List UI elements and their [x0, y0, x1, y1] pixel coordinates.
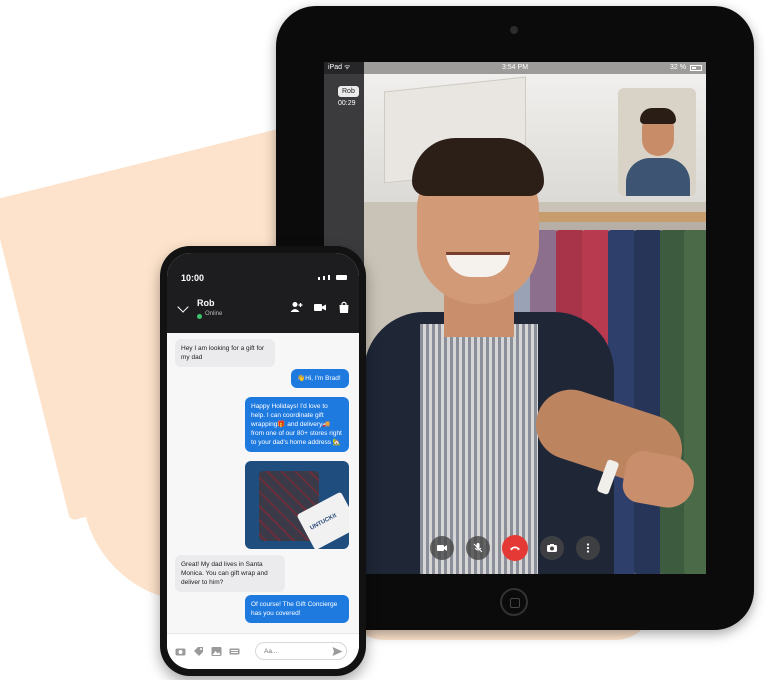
message-composer — [167, 633, 359, 669]
video-call-screen: iPad ᯤ 3:54 PM 32 % Rob 00:29 — [324, 62, 706, 574]
tag-icon[interactable] — [193, 646, 204, 657]
switch-camera-button[interactable] — [540, 536, 564, 560]
contact-name: Rob — [197, 298, 215, 308]
shirt — [634, 230, 662, 574]
camera-icon[interactable] — [175, 646, 186, 657]
online-status-label: Online — [205, 311, 223, 317]
associate-hair — [412, 138, 544, 196]
camera-icon — [547, 544, 557, 552]
customer-hair — [640, 108, 676, 124]
end-call-icon — [510, 546, 520, 551]
ipad-camera — [510, 26, 518, 34]
chevron-down-icon[interactable] — [177, 301, 189, 313]
associate-message: Of course! The Gift Concierge has you co… — [245, 595, 349, 623]
add-person-icon[interactable] — [289, 300, 303, 314]
send-icon[interactable] — [332, 646, 343, 657]
video-call-icon[interactable] — [313, 300, 327, 314]
associate-message: 👋Hi, I'm Brad! — [291, 369, 349, 388]
video-icon — [437, 545, 447, 551]
call-timer: 00:29 — [338, 100, 356, 107]
battery-percent: 32 % — [670, 64, 686, 71]
shirt — [684, 230, 706, 574]
composer-actions — [175, 646, 240, 657]
signal-icon — [318, 274, 347, 280]
home-button[interactable] — [500, 588, 528, 616]
more-icon — [586, 543, 590, 553]
customer-message: Great! My dad lives in Santa Monica. You… — [175, 555, 285, 592]
mic-off-icon — [473, 543, 483, 553]
caller-name-tag: Rob — [338, 86, 359, 97]
online-status-dot — [197, 314, 202, 319]
end-call-button[interactable] — [502, 535, 528, 561]
chat-header-actions — [289, 300, 351, 314]
customer-body — [626, 158, 690, 196]
chat-thread[interactable]: Hey I am looking for a gift for my dad 👋… — [167, 333, 359, 633]
video-toggle-button[interactable] — [430, 536, 454, 560]
image-icon[interactable] — [211, 646, 222, 657]
chat-header: 10:00 Rob Online — [167, 253, 359, 333]
ipad-status-bar: iPad ᯤ 3:54 PM 32 % — [324, 62, 706, 74]
iphone-device: 10:00 Rob Online Hey I am looking for a … — [160, 246, 366, 676]
shopping-bag-icon[interactable] — [337, 300, 351, 314]
status-time: 3:54 PM — [501, 64, 529, 71]
associate-message: Happy Holidays! I'd love to help. I can … — [245, 397, 349, 452]
self-view-video[interactable] — [618, 88, 696, 196]
chat-screen: 10:00 Rob Online Hey I am looking for a … — [167, 253, 359, 669]
keyboard-icon[interactable] — [229, 646, 240, 657]
gift-box-logo: UNTUCKit — [309, 512, 338, 532]
battery-icon — [690, 65, 702, 71]
call-controls — [324, 535, 706, 564]
mute-button[interactable] — [466, 536, 490, 560]
product-image-message[interactable]: UNTUCKit — [245, 461, 349, 549]
more-options-button[interactable] — [576, 536, 600, 560]
phone-status-time: 10:00 — [181, 273, 205, 283]
customer-message: Hey I am looking for a gift for my dad — [175, 339, 275, 367]
